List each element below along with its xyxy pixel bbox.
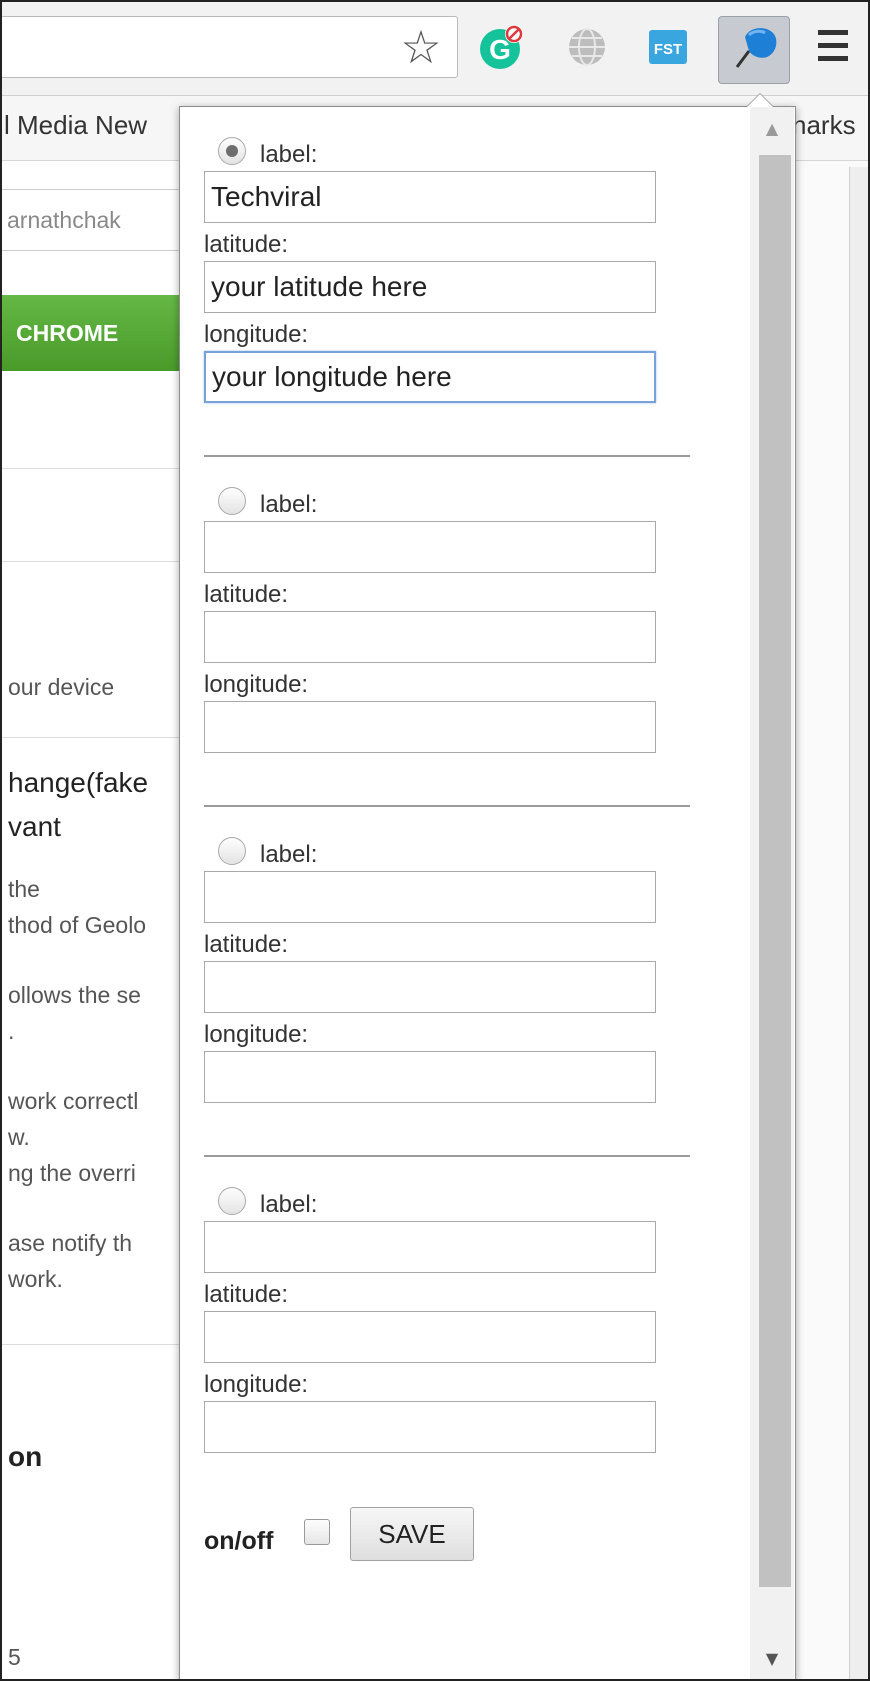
add-to-chrome-button[interactable]: CHROME [2, 295, 200, 371]
label-caption: label: [260, 491, 318, 518]
longitude-caption: longitude: [204, 671, 309, 698]
longitude-input-1[interactable] [204, 351, 656, 403]
onoff-checkbox[interactable] [304, 1519, 330, 1545]
label-caption: label: [260, 141, 318, 168]
bookmark-item-media[interactable]: l Media New [4, 110, 147, 141]
divider [2, 561, 202, 562]
browser-toolbar: ☆ G FST [2, 2, 868, 96]
label-input-3[interactable] [204, 871, 656, 923]
latitude-caption: latitude: [204, 1281, 289, 1308]
address-bar[interactable] [2, 16, 458, 78]
section-divider [204, 1155, 690, 1157]
popup-scrollbar[interactable]: ▲ ▼ [750, 107, 794, 1679]
longitude-caption: longitude: [204, 1021, 309, 1048]
page-text: 5 [8, 1644, 21, 1670]
grammarly-icon[interactable]: G [476, 22, 526, 72]
divider [2, 1344, 202, 1345]
longitude-caption: longitude: [204, 1371, 309, 1398]
page-scrollbar[interactable] [849, 167, 868, 1679]
location-radio-2[interactable] [218, 487, 246, 515]
page-text: . [8, 1018, 15, 1044]
label-input-2[interactable] [204, 521, 656, 573]
page-heading: on [8, 1441, 43, 1472]
onoff-label: on/off [204, 1527, 274, 1555]
longitude-input-3[interactable] [204, 1051, 656, 1103]
page-text: the [8, 876, 40, 902]
scroll-up-arrow-icon[interactable]: ▲ [750, 107, 794, 151]
bookmark-star-icon[interactable]: ☆ [396, 22, 446, 72]
scroll-thumb[interactable] [759, 155, 791, 1587]
latitude-caption: latitude: [204, 581, 289, 608]
page-heading: vant [8, 811, 61, 842]
label-input-4[interactable] [204, 1221, 656, 1273]
browser-window: ☆ G FST l Media New narks arnathchak CHR… [0, 0, 870, 1681]
fst-text: FST [654, 41, 682, 58]
page-text: work. [8, 1266, 63, 1292]
scroll-down-arrow-icon[interactable]: ▼ [750, 1637, 794, 1679]
page-text: thod of Geolo [8, 912, 147, 938]
divider [2, 468, 202, 469]
latitude-caption: latitude: [204, 231, 289, 258]
longitude-input-2[interactable] [204, 701, 656, 753]
bookmark-item-other[interactable]: narks [792, 110, 856, 141]
page-text: ase notify th [8, 1230, 133, 1256]
popup-caret [746, 93, 774, 107]
latitude-input-1[interactable] [204, 261, 656, 313]
longitude-input-4[interactable] [204, 1401, 656, 1453]
background-search-field[interactable]: arnathchak [2, 189, 208, 251]
page-text: ollows the se [8, 982, 141, 1008]
save-button[interactable]: SAVE [350, 1507, 474, 1561]
longitude-caption: longitude: [204, 321, 309, 348]
location-radio-3[interactable] [218, 837, 246, 865]
location-guard-button[interactable] [718, 16, 790, 84]
label-caption: label: [260, 1191, 318, 1218]
latitude-input-4[interactable] [204, 1311, 656, 1363]
page-heading: hange(fake [8, 767, 149, 798]
hamburger-menu-icon[interactable] [808, 22, 858, 72]
latitude-input-3[interactable] [204, 961, 656, 1013]
page-right-column [792, 161, 868, 1679]
globe-icon[interactable] [562, 22, 612, 72]
location-pin-icon [735, 28, 777, 68]
page-text: our device [8, 674, 115, 700]
divider [2, 737, 202, 738]
latitude-input-2[interactable] [204, 611, 656, 663]
location-popup: label: latitude: longitude: label: latit… [179, 93, 796, 1679]
page-text: work correctl [8, 1088, 139, 1114]
fst-icon[interactable]: FST [644, 22, 694, 72]
location-radio-4[interactable] [218, 1187, 246, 1215]
latitude-caption: latitude: [204, 931, 289, 958]
location-radio-1[interactable] [218, 137, 246, 165]
label-caption: label: [260, 841, 318, 868]
page-text: w. [8, 1124, 30, 1150]
section-divider [204, 805, 690, 807]
label-input-1[interactable] [204, 171, 656, 223]
section-divider [204, 455, 690, 457]
page-text: ng the overri [8, 1160, 136, 1186]
